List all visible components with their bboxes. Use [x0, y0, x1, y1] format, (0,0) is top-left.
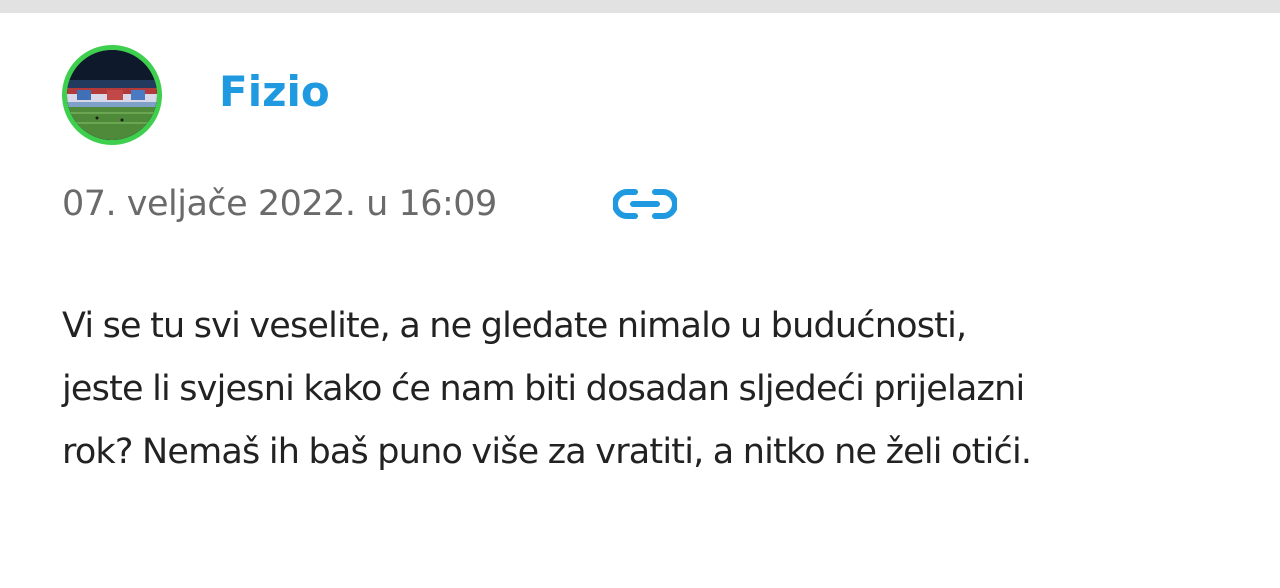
username[interactable]: Fizio — [219, 64, 330, 120]
comment-body: Vi se tu svi veselite, a ne gledate nima… — [62, 295, 1252, 484]
stadium-photo-icon — [67, 50, 157, 140]
timestamp: 07. veljače 2022. u 16:09 — [62, 184, 497, 224]
comment-meta: 07. veljače 2022. u 16:09 — [62, 176, 497, 232]
comment-line: Vi se tu svi veselite, a ne gledate nima… — [62, 306, 967, 346]
comment-line: rok? Nemaš ih baš puno više za vratiti, … — [62, 432, 1032, 472]
link-icon[interactable] — [612, 186, 678, 222]
avatar[interactable] — [62, 45, 162, 145]
top-divider-bar — [0, 0, 1280, 13]
comment-line: jeste li svjesni kako će nam biti dosada… — [62, 369, 1025, 409]
